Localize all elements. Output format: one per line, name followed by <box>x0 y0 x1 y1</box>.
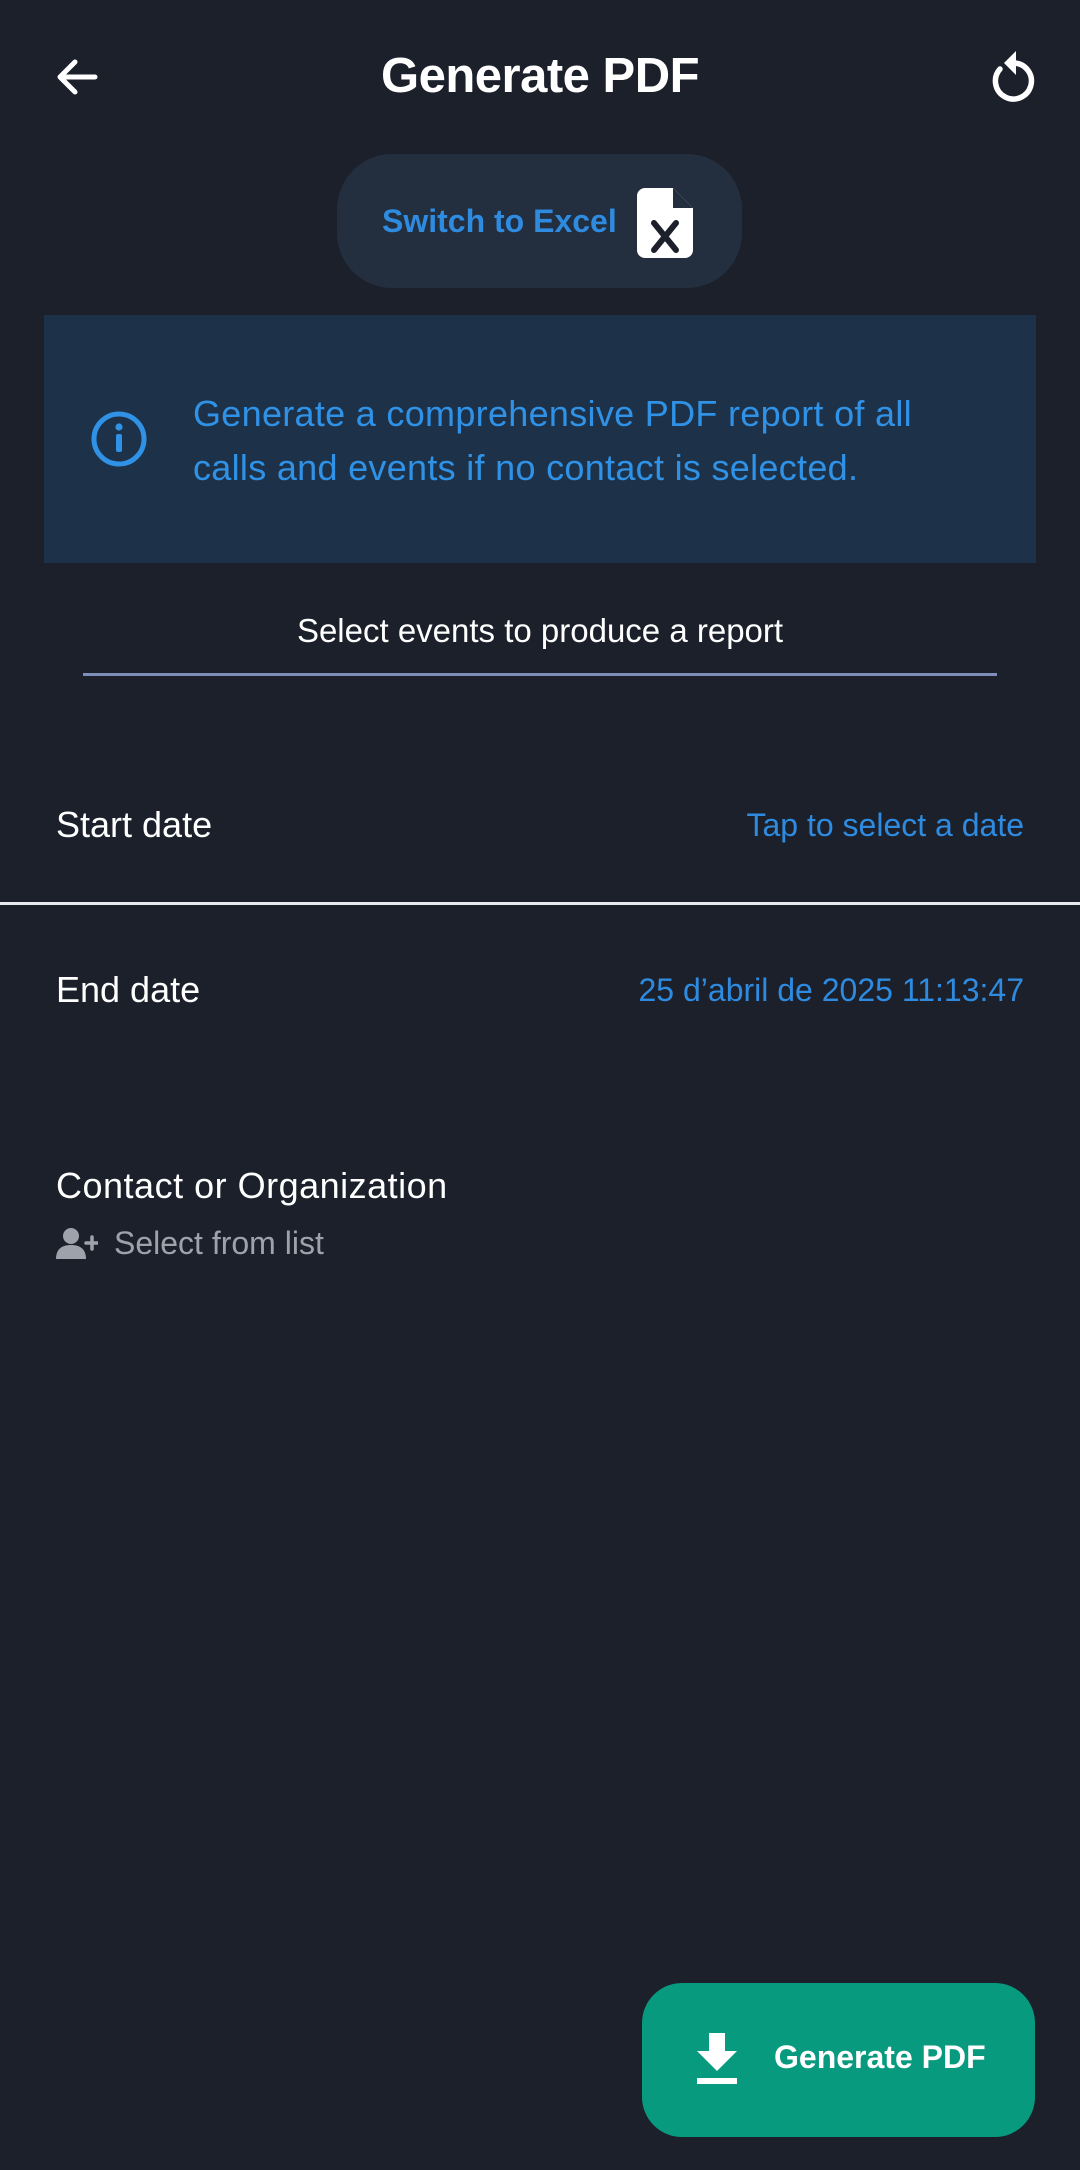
end-date-row[interactable]: End date 25 d’abril de 2025 11:13:47 <box>0 935 1080 1045</box>
excel-file-icon <box>637 188 693 258</box>
generate-pdf-button[interactable]: Generate PDF <box>642 1983 1035 2137</box>
start-date-value[interactable]: Tap to select a date <box>746 807 1024 844</box>
refresh-icon <box>992 51 1035 102</box>
end-date-label: End date <box>56 969 201 1010</box>
events-select-field[interactable]: Select events to produce a report <box>83 600 997 676</box>
download-icon <box>697 2033 737 2084</box>
contact-selector[interactable]: Contact or Organization Select from list <box>56 1165 956 1275</box>
switch-to-excel-label: Switch to Excel <box>382 202 617 239</box>
info-banner: Generate a comprehensive PDF report of a… <box>44 315 1036 563</box>
contact-select-hint[interactable]: Select from list <box>56 1225 324 1262</box>
info-text: Generate a comprehensive PDF report of a… <box>193 393 912 488</box>
end-date-value[interactable]: 25 d’abril de 2025 11:13:47 <box>639 972 1025 1009</box>
app-bar: Generate PDF <box>0 0 1080 150</box>
info-icon <box>91 411 147 467</box>
divider <box>0 902 1080 905</box>
refresh-button[interactable] <box>974 37 1054 117</box>
add-contact-icon <box>56 1227 98 1259</box>
generate-pdf-label: Generate PDF <box>774 2039 986 2075</box>
start-date-row[interactable]: Start date Tap to select a date <box>0 770 1080 900</box>
contact-select-hint-text: Select from list <box>114 1225 324 1261</box>
page-title: Generate PDF <box>380 49 700 103</box>
start-date-label: Start date <box>56 804 213 845</box>
switch-to-excel-button[interactable]: Switch to Excel <box>337 154 742 288</box>
contact-title: Contact or Organization <box>56 1165 448 1206</box>
